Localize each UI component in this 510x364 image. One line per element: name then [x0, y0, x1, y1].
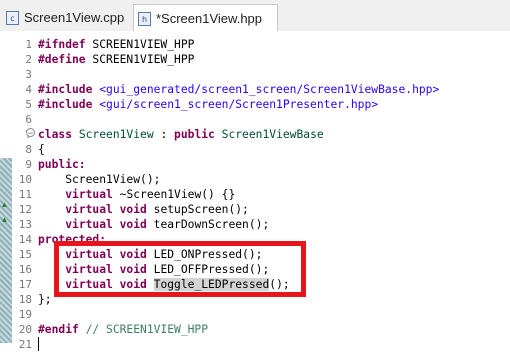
line-number: 21	[18, 338, 32, 351]
code-line: class Screen1View : public Screen1ViewBa…	[38, 128, 324, 141]
override-marker-icon: ▲	[0, 215, 9, 224]
line-number: 1	[25, 38, 32, 51]
header-file-icon: h	[138, 11, 151, 26]
line-number: 19	[18, 308, 32, 321]
override-marker-icon: ▲	[0, 200, 9, 209]
line-number: 18	[18, 293, 32, 306]
fold-collapse-icon[interactable]: −	[26, 128, 35, 138]
cpp-file-icon: c	[6, 10, 19, 25]
line-number: 15	[18, 248, 32, 261]
text-cursor	[38, 337, 39, 351]
code-line: {	[38, 143, 45, 156]
line-number: 4	[25, 83, 32, 96]
code-line: #include <gui_generated/screen1_screen/S…	[38, 83, 440, 96]
code-line: virtual void setupScreen();	[65, 203, 249, 216]
code-line: Screen1View();	[38, 173, 161, 186]
code-line: public:	[38, 158, 86, 171]
line-number: 3	[25, 68, 32, 81]
line-number: 11	[18, 188, 32, 201]
code-line: };	[38, 293, 52, 306]
line-number: 13	[18, 218, 32, 231]
line-number: 16	[18, 263, 32, 276]
line-number: 12	[18, 203, 32, 216]
tab-screen1view-hpp[interactable]: h *Screen1View.hpp	[133, 4, 278, 32]
code-line: virtual void tearDownScreen();	[65, 218, 270, 231]
line-number: 17	[18, 278, 32, 291]
tab-label: Screen1View.cpp	[24, 10, 125, 25]
line-number: 10	[18, 173, 32, 186]
line-number: 9	[25, 158, 32, 171]
tab-screen1view-cpp[interactable]: c Screen1View.cpp	[2, 4, 127, 31]
overview-ruler: ▲ ▲	[0, 158, 12, 343]
line-number: 20	[18, 323, 32, 336]
code-line: #endif // SCREEN1VIEW_HPP	[38, 323, 209, 336]
code-line: #define SCREEN1VIEW_HPP	[38, 53, 195, 66]
editor-tab-bar: c Screen1View.cpp h *Screen1View.hpp	[0, 0, 510, 32]
line-number: 8	[25, 143, 32, 156]
line-number: 2	[25, 53, 32, 66]
code-line: #include <gui/screen1_screen/Screen1Pres…	[38, 98, 379, 111]
line-number: 6	[25, 113, 32, 126]
annotation-highlight-box	[54, 241, 306, 297]
code-line: virtual ~Screen1View() {}	[65, 188, 236, 201]
code-line: #ifndef SCREEN1VIEW_HPP	[38, 38, 195, 51]
line-number: 14	[18, 233, 32, 246]
tab-label: *Screen1View.hpp	[156, 11, 263, 26]
line-number: 5	[25, 98, 32, 111]
code-editor[interactable]: ▲ ▲ 1 2 3 4 5 6 7 8 9 10 11 12 13 14 15 …	[0, 31, 510, 364]
